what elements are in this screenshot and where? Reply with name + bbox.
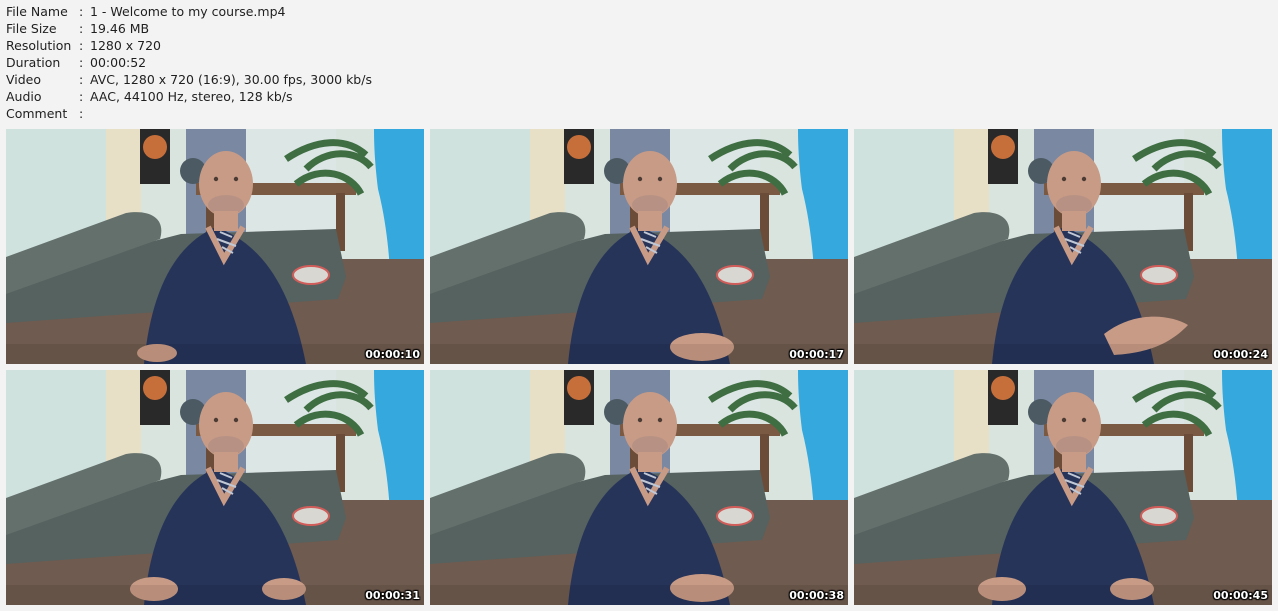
audio-value: AAC, 44100 Hz, stereo, 128 kb/s [90,89,293,104]
video-thumbnail[interactable]: 00:00:24 [854,129,1272,364]
separator: : [79,4,84,19]
file-info-row: Comment : [6,105,372,122]
file-info: File Name : 1 - Welcome to my course.mp4… [6,3,372,122]
file-info-row: Video : AVC, 1280 x 720 (16:9), 30.00 fp… [6,71,372,88]
file-info-row: Audio : AAC, 44100 Hz, stereo, 128 kb/s [6,88,372,105]
video-frame-image [430,370,848,605]
timestamp-label: 00:00:24 [1213,348,1268,361]
file-info-row: Resolution : 1280 x 720 [6,37,372,54]
video-frame-image [6,129,424,364]
video-thumbnail[interactable]: 00:00:38 [430,370,848,605]
timestamp-label: 00:00:38 [789,589,844,602]
video-thumbnail[interactable]: 00:00:45 [854,370,1272,605]
duration-value: 00:00:52 [90,55,147,70]
video-frame-image [6,370,424,605]
separator: : [79,21,84,36]
video-frame-image [854,370,1272,605]
file-name-label: File Name [6,4,68,19]
separator: : [79,72,84,87]
file-name-value: 1 - Welcome to my course.mp4 [90,4,286,19]
resolution-value: 1280 x 720 [90,38,162,53]
file-size-label: File Size [6,21,57,36]
video-frame-image [430,129,848,364]
video-thumbnail[interactable]: 00:00:17 [430,129,848,364]
timestamp-label: 00:00:45 [1213,589,1268,602]
separator: : [79,106,84,121]
video-value: AVC, 1280 x 720 (16:9), 30.00 fps, 3000 … [90,72,372,87]
contact-sheet: File Name : 1 - Welcome to my course.mp4… [0,0,1278,611]
video-thumbnail[interactable]: 00:00:10 [6,129,424,364]
file-size-value: 19.46 MB [90,21,150,36]
video-frame-image [854,129,1272,364]
resolution-label: Resolution [6,38,72,53]
timestamp-label: 00:00:31 [365,589,420,602]
file-info-row: File Size : 19.46 MB [6,20,372,37]
video-thumbnail[interactable]: 00:00:31 [6,370,424,605]
comment-label: Comment [6,106,68,121]
timestamp-label: 00:00:10 [365,348,420,361]
separator: : [79,55,84,70]
timestamp-label: 00:00:17 [789,348,844,361]
file-info-row: Duration : 00:00:52 [6,54,372,71]
file-info-row: File Name : 1 - Welcome to my course.mp4 [6,3,372,20]
separator: : [79,89,84,104]
thumbnail-grid: 00:00:10 00:00:17 00:00:24 00:00:31 00:0… [6,129,1272,605]
duration-label: Duration [6,55,61,70]
video-label: Video [6,72,42,87]
separator: : [79,38,84,53]
audio-label: Audio [6,89,42,104]
